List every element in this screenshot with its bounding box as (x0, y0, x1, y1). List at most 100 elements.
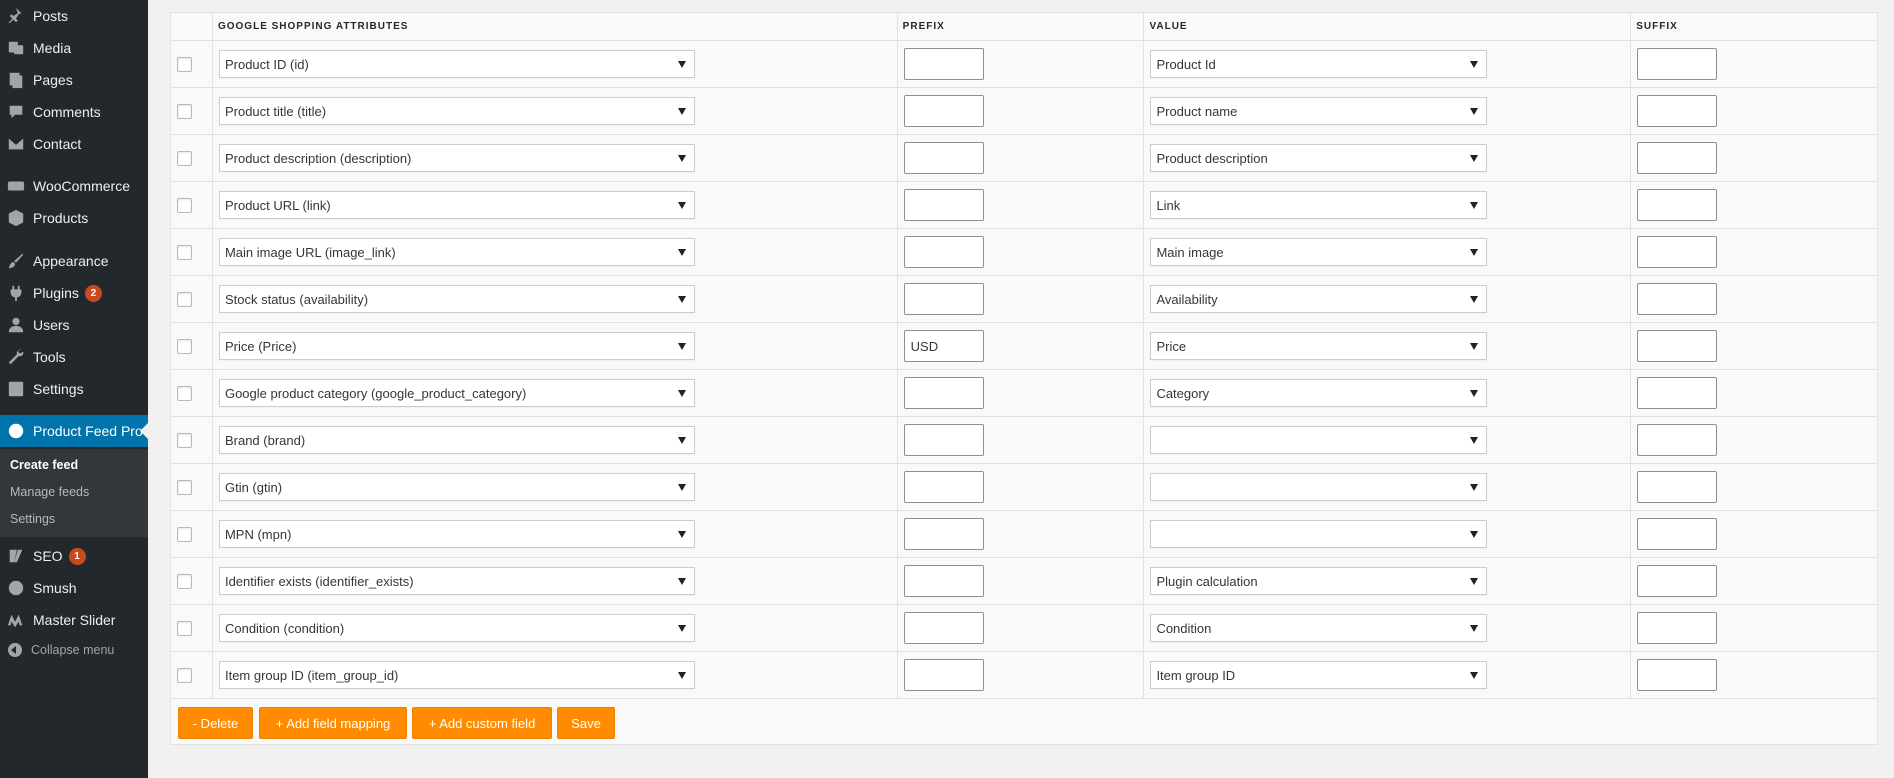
suffix-input[interactable] (1637, 612, 1718, 644)
wrench-icon (6, 347, 26, 367)
sidebar-item-settings[interactable]: Settings (0, 373, 148, 405)
prefix-input[interactable] (903, 236, 984, 268)
prefix-input[interactable] (903, 48, 984, 80)
prefix-input[interactable] (903, 565, 984, 597)
sidebar-item-media[interactable]: Media (0, 32, 148, 64)
sidebar-item-users[interactable]: Users (0, 309, 148, 341)
suffix-input[interactable] (1637, 142, 1718, 174)
table-row: Identifier exists (identifier_exists) Plu… (170, 557, 1878, 605)
submenu-manage-feeds[interactable]: Manage feeds (10, 485, 89, 499)
attribute-select[interactable]: Price (Price) (218, 332, 695, 360)
attribute-cell: Product title (title) (212, 87, 898, 135)
value-select[interactable]: Main image (1150, 238, 1488, 266)
sidebar-item-contact[interactable]: Contact (0, 128, 148, 160)
row-checkbox[interactable] (177, 244, 192, 260)
suffix-input[interactable] (1637, 95, 1718, 127)
sidebar-item-products[interactable]: Products (0, 202, 148, 234)
row-checkbox[interactable] (177, 526, 192, 542)
collapse-menu-button[interactable]: Collapse menu (0, 635, 148, 665)
row-checkbox[interactable] (177, 338, 192, 354)
row-checkbox[interactable] (177, 385, 192, 401)
row-checkbox[interactable] (177, 667, 192, 683)
prefix-input[interactable] (903, 612, 984, 644)
suffix-input[interactable] (1637, 330, 1718, 362)
prefix-input[interactable] (903, 518, 984, 550)
add-custom-field-button[interactable]: + Add custom field (412, 707, 552, 739)
suffix-input[interactable] (1637, 424, 1718, 456)
attribute-select[interactable]: Identifier exists (identifier_exists) (218, 567, 695, 595)
row-checkbox[interactable] (177, 573, 192, 589)
row-checkbox[interactable] (177, 620, 192, 636)
sidebar-item-woocommerce[interactable]: WooCommerce (0, 170, 148, 202)
row-checkbox[interactable] (177, 103, 192, 119)
sidebar-item-posts[interactable]: Posts (0, 0, 148, 32)
value-select[interactable]: Item group ID (1150, 661, 1488, 689)
prefix-input[interactable] (903, 377, 984, 409)
prefix-input[interactable] (903, 95, 984, 127)
suffix-input[interactable] (1637, 565, 1718, 597)
attribute-select[interactable]: Product title (title) (218, 97, 695, 125)
sidebar-item-seo[interactable]: SEO 1 (0, 540, 148, 572)
sidebar-item-pages[interactable]: Pages (0, 64, 148, 96)
value-select[interactable]: Link (1150, 191, 1488, 219)
prefix-cell (897, 275, 1145, 323)
row-checkbox[interactable] (177, 197, 192, 213)
attribute-select[interactable]: Google product category (google_product_… (218, 379, 695, 407)
suffix-input[interactable] (1637, 377, 1718, 409)
delete-button[interactable]: - Delete (178, 707, 253, 739)
sidebar-item-appearance[interactable]: Appearance (0, 245, 148, 277)
attribute-select[interactable]: Product description (description) (218, 144, 695, 172)
value-select[interactable]: Category (1150, 379, 1488, 407)
value-select[interactable]: Price (1150, 332, 1488, 360)
row-checkbox[interactable] (177, 479, 192, 495)
row-checkbox[interactable] (177, 56, 192, 72)
save-button[interactable]: Save (557, 707, 615, 739)
sidebar-item-product-feed-pro[interactable]: Product Feed Pro (0, 415, 148, 447)
suffix-input[interactable] (1637, 518, 1718, 550)
value-select[interactable] (1150, 473, 1488, 501)
prefix-input[interactable] (903, 283, 984, 315)
prefix-input[interactable] (903, 189, 984, 221)
suffix-input[interactable] (1637, 236, 1718, 268)
suffix-input[interactable] (1637, 189, 1718, 221)
value-select[interactable]: Product name (1150, 97, 1488, 125)
row-checkbox[interactable] (177, 150, 192, 166)
attribute-select[interactable]: Item group ID (item_group_id) (218, 661, 695, 689)
prefix-input[interactable] (903, 142, 984, 174)
submenu-create-feed[interactable]: Create feed (10, 458, 78, 472)
sidebar-item-smush[interactable]: Smush (0, 572, 148, 604)
value-select[interactable]: Product description (1150, 144, 1488, 172)
suffix-input[interactable] (1637, 659, 1718, 691)
value-cell: Plugin calculation (1143, 557, 1632, 605)
value-select[interactable] (1150, 426, 1488, 454)
add-field-mapping-button[interactable]: + Add field mapping (259, 707, 407, 739)
value-select[interactable]: Product Id (1150, 50, 1488, 78)
prefix-input[interactable] (903, 471, 984, 503)
row-checkbox[interactable] (177, 291, 192, 307)
prefix-input[interactable] (903, 424, 984, 456)
sidebar-item-label: WooCommerce (33, 178, 130, 194)
value-select[interactable]: Availability (1150, 285, 1488, 313)
value-select[interactable]: Condition (1150, 614, 1488, 642)
attribute-select[interactable]: Stock status (availability) (218, 285, 695, 313)
sidebar-item-master-slider[interactable]: Master Slider (0, 604, 148, 636)
suffix-input[interactable] (1637, 48, 1718, 80)
sidebar-item-plugins[interactable]: Plugins 2 (0, 277, 148, 309)
attribute-select[interactable]: Condition (condition) (218, 614, 695, 642)
sidebar-item-tools[interactable]: Tools (0, 341, 148, 373)
submenu-settings[interactable]: Settings (10, 512, 55, 526)
attribute-select[interactable]: Product URL (link) (218, 191, 695, 219)
suffix-input[interactable] (1637, 471, 1718, 503)
value-select[interactable]: Plugin calculation (1150, 567, 1488, 595)
row-checkbox[interactable] (177, 432, 192, 448)
prefix-input[interactable]: USD (903, 330, 984, 362)
sidebar-item-comments[interactable]: Comments (0, 96, 148, 128)
attribute-select[interactable]: Main image URL (image_link) (218, 238, 695, 266)
attribute-select[interactable]: Brand (brand) (218, 426, 695, 454)
attribute-select[interactable]: MPN (mpn) (218, 520, 695, 548)
attribute-select[interactable]: Gtin (gtin) (218, 473, 695, 501)
value-select[interactable] (1150, 520, 1488, 548)
attribute-select[interactable]: Product ID (id) (218, 50, 695, 78)
suffix-input[interactable] (1637, 283, 1718, 315)
prefix-input[interactable] (903, 659, 984, 691)
